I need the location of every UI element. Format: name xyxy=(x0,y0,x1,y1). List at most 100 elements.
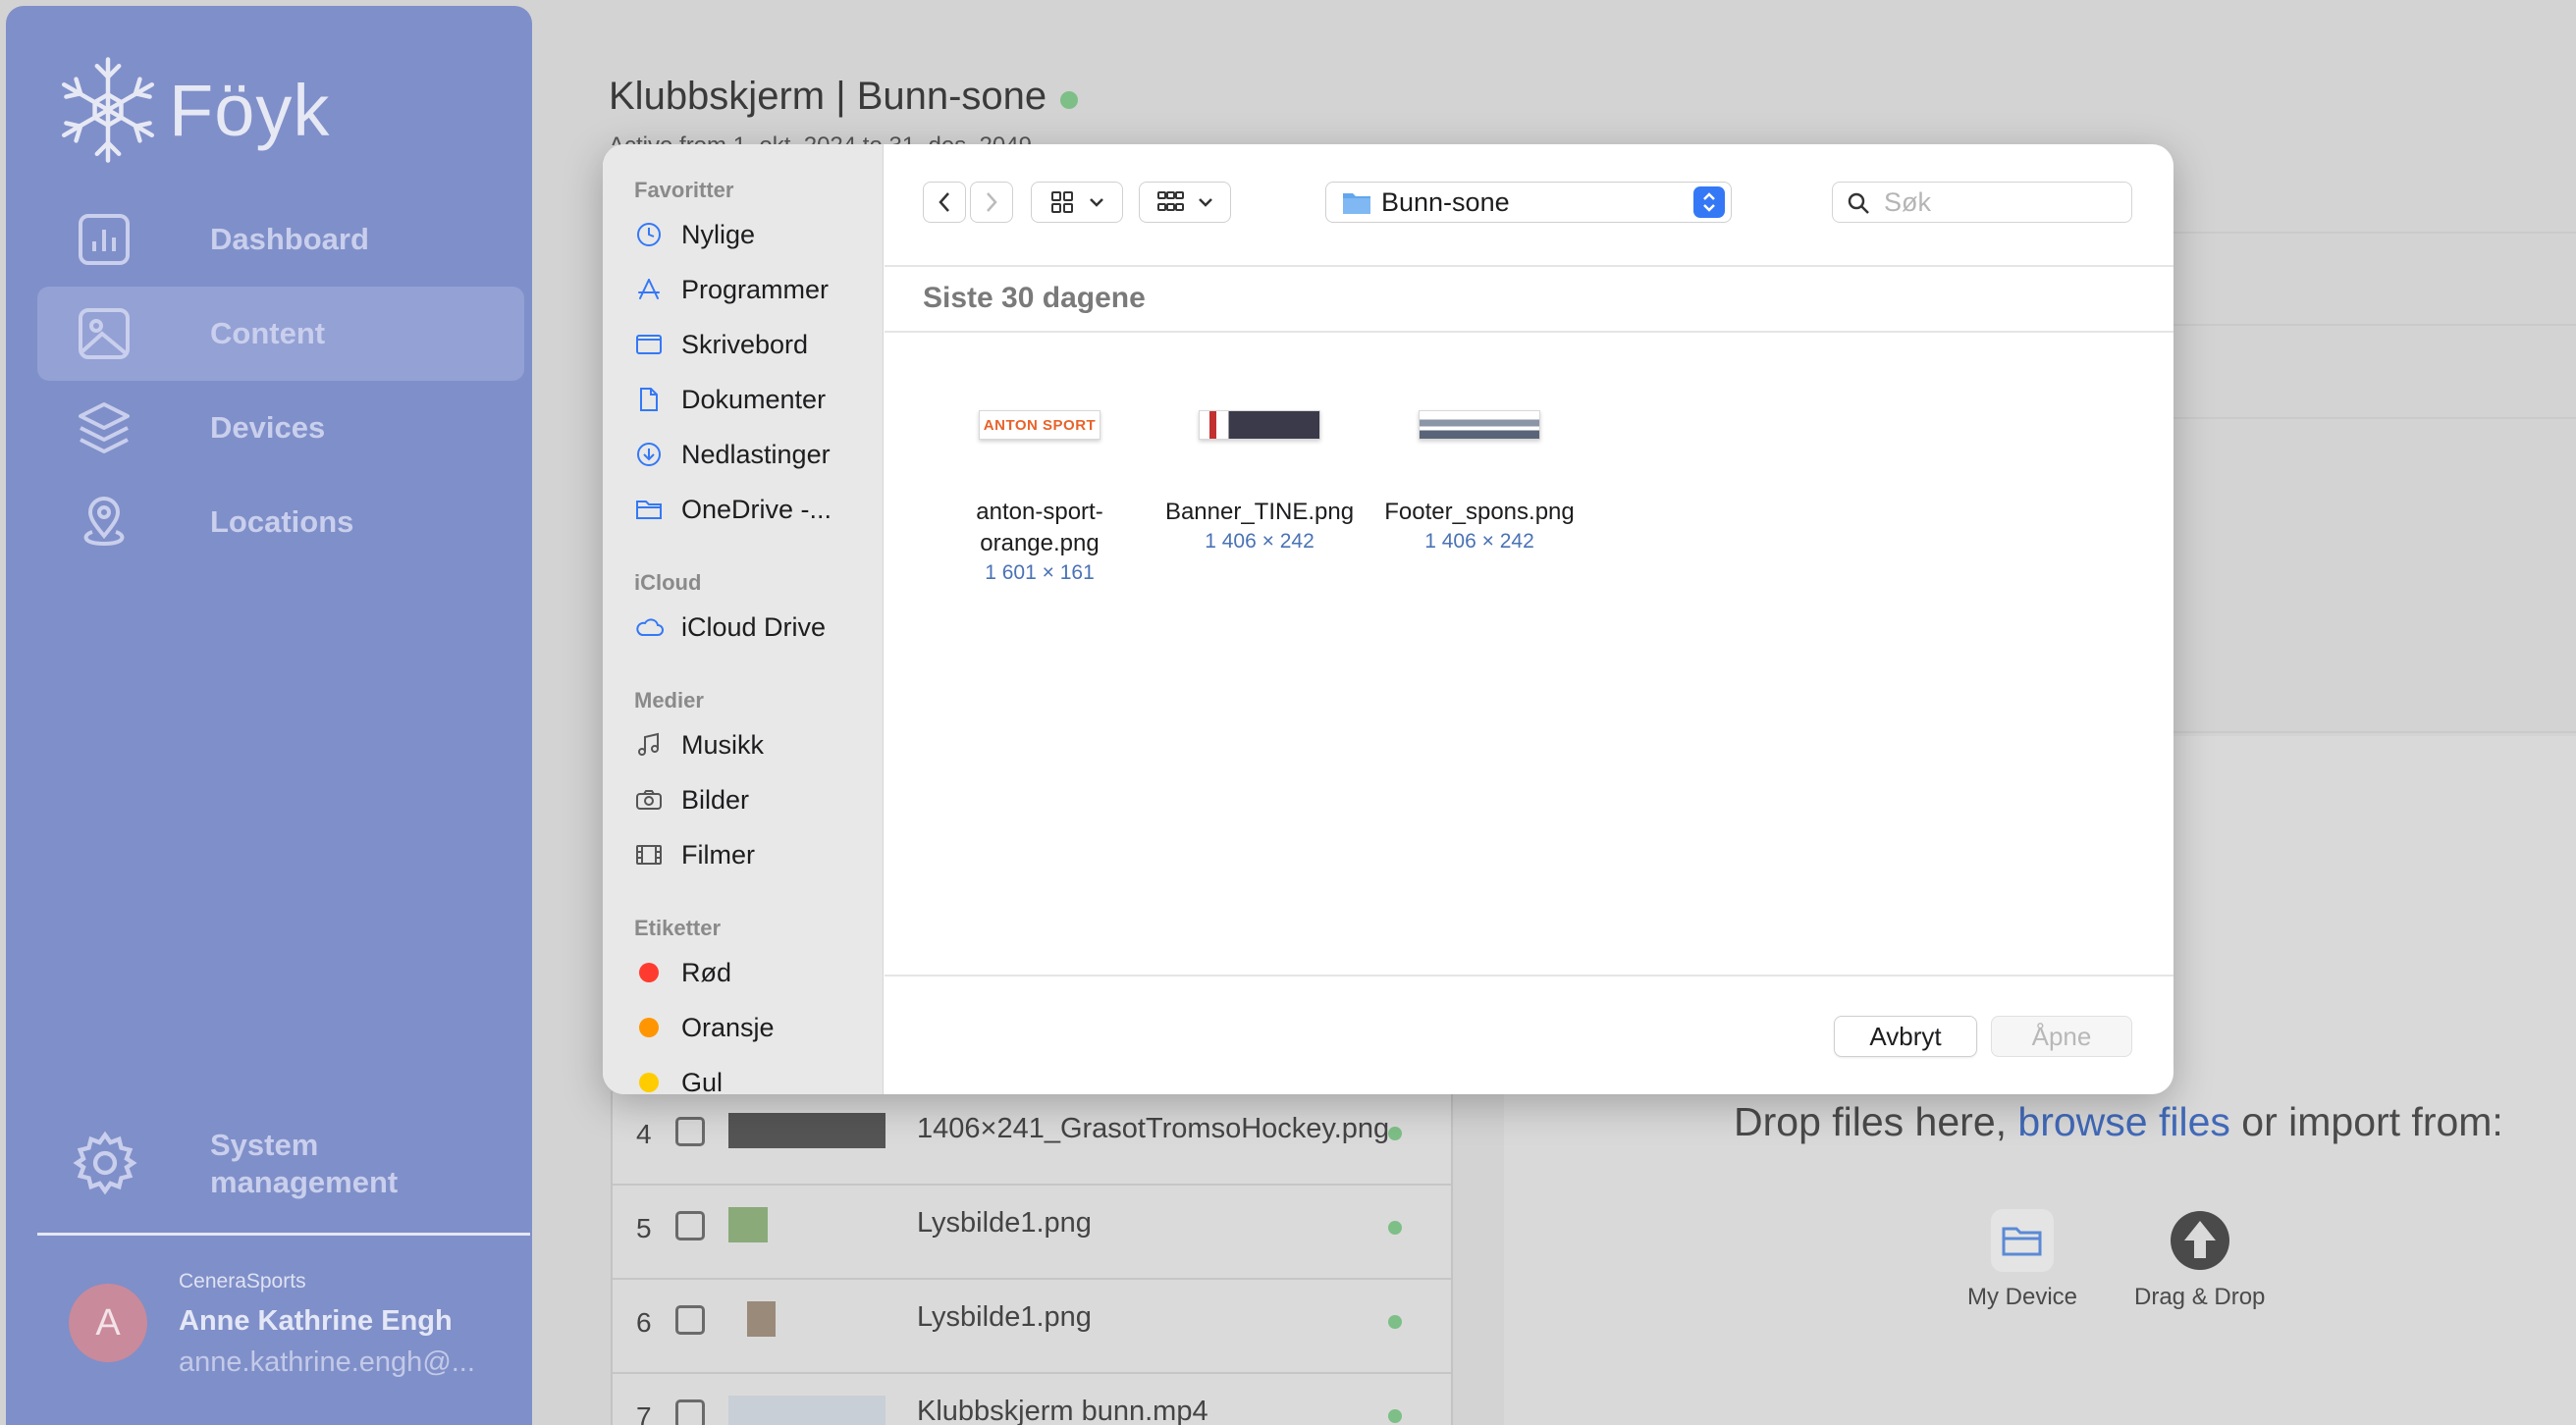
sidebar-item-downloads[interactable]: Nedlastinger xyxy=(634,435,831,474)
table-row[interactable]: 7 Klubbskjerm bunn.mp4 xyxy=(613,1374,1451,1425)
sidebar-item-icloud-drive[interactable]: iCloud Drive xyxy=(634,607,826,647)
sidebar-tag-yellow[interactable]: Gul xyxy=(634,1063,723,1094)
row-number: 7 xyxy=(636,1401,652,1425)
drop-zone-text: Drop files here, browse files or import … xyxy=(1734,1099,2503,1145)
file-item-banner-tine[interactable]: Banner_TINE.png 1 406 × 242 xyxy=(1156,410,1363,554)
sidebar-item-onedrive[interactable]: OneDrive -... xyxy=(634,490,832,529)
sidebar-item-label: Oransje xyxy=(681,1012,775,1042)
file-name: anton-sport-orange.png xyxy=(976,499,1103,556)
back-button[interactable] xyxy=(923,182,966,223)
import-drag-drop-button[interactable]: Drag & Drop xyxy=(2134,1209,2265,1311)
chevron-right-icon xyxy=(987,192,997,212)
tag-color-icon xyxy=(634,958,664,987)
nav-item-system-management[interactable]: System management xyxy=(37,1111,524,1219)
row-thumbnail xyxy=(728,1301,886,1337)
sidebar-item-applications[interactable]: Programmer xyxy=(634,270,829,309)
open-button[interactable]: Åpne xyxy=(1991,1016,2132,1057)
sidebar-tag-orange[interactable]: Oransje xyxy=(634,1008,775,1047)
row-filename: Lysbilde1.png xyxy=(917,1207,1092,1239)
desktop-icon xyxy=(634,330,664,359)
row-checkbox[interactable] xyxy=(675,1305,705,1335)
forward-button[interactable] xyxy=(970,182,1013,223)
sidebar-item-music[interactable]: Musikk xyxy=(634,725,764,765)
group-divider xyxy=(885,331,2174,333)
sidebar-item-movies[interactable]: Filmer xyxy=(634,835,755,874)
sidebar-tag-red[interactable]: Rød xyxy=(634,953,731,992)
row-thumbnail xyxy=(728,1113,886,1148)
section-title-favorites: Favoritter xyxy=(634,178,734,202)
bg-divider xyxy=(2174,731,2576,733)
dialog-sidebar: Favoritter Nylige Programmer Skrivebord … xyxy=(603,144,884,1094)
nav-item-dashboard[interactable]: Dashboard xyxy=(37,192,524,287)
folder-icon xyxy=(634,495,664,524)
nav-label: Locations xyxy=(210,504,354,539)
row-checkbox[interactable] xyxy=(675,1117,705,1146)
group-by-button[interactable] xyxy=(1139,182,1231,223)
avatar[interactable]: A xyxy=(69,1284,147,1362)
toolbar-divider xyxy=(885,265,2174,267)
table-row[interactable]: 4 1406×241_GrasotTromsoHockey.png xyxy=(613,1091,1451,1186)
search-input[interactable] xyxy=(1884,186,2120,218)
page-subtitle: Active from 1. okt. 2024 to 31. des. 204… xyxy=(609,132,1032,145)
tag-color-icon xyxy=(634,1068,664,1094)
nav-label: System management xyxy=(210,1128,399,1199)
location-popup[interactable]: Bunn-sone xyxy=(1325,182,1732,223)
folder-icon xyxy=(1991,1209,2055,1272)
page-title-text: Klubbskjerm | Bunn-sone xyxy=(609,75,1047,118)
sidebar-item-photos[interactable]: Bilder xyxy=(634,780,749,819)
file-item-footer-spons[interactable]: Footer_spons.png 1 406 × 242 xyxy=(1376,410,1583,554)
nav-label: Dashboard xyxy=(210,222,369,256)
grid-view-icon xyxy=(1051,191,1073,213)
file-item-anton-sport[interactable]: ANTON SPORT anton-sport-orange.png 1 601… xyxy=(937,410,1143,585)
row-checkbox[interactable] xyxy=(675,1399,705,1425)
page-title: Klubbskjerm | Bunn-sone xyxy=(609,75,1079,119)
file-name: Banner_TINE.png xyxy=(1164,499,1355,525)
user-name: Anne Kathrine Engh xyxy=(179,1305,453,1337)
sidebar-item-desktop[interactable]: Skrivebord xyxy=(634,325,808,364)
status-dot xyxy=(1388,1409,1402,1423)
row-checkbox[interactable] xyxy=(675,1211,705,1240)
group-header: Siste 30 dagene xyxy=(923,282,1146,314)
file-dimensions: 1 601 × 161 xyxy=(985,561,1095,584)
group-icon xyxy=(1157,191,1184,211)
drop-text-start: Drop files here, xyxy=(1734,1099,2018,1144)
chevron-down-icon xyxy=(1090,198,1103,207)
cancel-button[interactable]: Avbryt xyxy=(1834,1016,1977,1057)
gear-icon xyxy=(73,1131,137,1195)
table-row[interactable]: 6 Lysbilde1.png xyxy=(613,1280,1451,1374)
view-mode-button[interactable] xyxy=(1031,182,1123,223)
row-thumbnail xyxy=(728,1207,886,1242)
document-icon xyxy=(634,385,664,414)
brand-logo[interactable]: Föyk xyxy=(53,53,330,167)
file-dimensions: 1 406 × 242 xyxy=(1205,530,1315,553)
sidebar-item-label: Musikk xyxy=(681,729,765,760)
chevron-down-icon xyxy=(1199,198,1212,207)
section-title-tags: Etiketter xyxy=(634,916,722,940)
user-email: anne.kathrine.engh@... xyxy=(179,1346,475,1378)
nav-item-content[interactable]: Content xyxy=(37,287,524,381)
sidebar-item-label: Rød xyxy=(681,957,732,987)
nav-item-devices[interactable]: Devices xyxy=(37,381,524,475)
film-icon xyxy=(634,840,664,870)
file-thumbnail xyxy=(1199,410,1320,440)
file-thumbnail: ANTON SPORT xyxy=(979,410,1100,440)
search-field[interactable] xyxy=(1832,182,2132,223)
status-dot xyxy=(1388,1127,1402,1140)
bg-divider xyxy=(2174,417,2576,419)
layers-icon xyxy=(79,402,130,453)
sidebar-item-recents[interactable]: Nylige xyxy=(634,215,755,254)
sidebar-item-label: Bilder xyxy=(681,784,750,815)
org-name: CeneraSports xyxy=(179,1270,306,1293)
nav-item-locations[interactable]: Locations xyxy=(37,475,524,569)
table-row[interactable]: 5 Lysbilde1.png xyxy=(613,1186,1451,1280)
upload-arrow-icon xyxy=(2169,1209,2231,1272)
section-title-icloud: iCloud xyxy=(634,570,702,595)
sidebar-item-label: Nylige xyxy=(681,219,756,249)
status-dot xyxy=(1060,90,1079,109)
sidebar-item-label: Nedlastinger xyxy=(681,439,831,469)
download-icon xyxy=(634,440,664,469)
sidebar-item-documents[interactable]: Dokumenter xyxy=(634,380,826,419)
browse-files-link[interactable]: browse files xyxy=(2017,1099,2229,1144)
import-my-device-button[interactable]: My Device xyxy=(1967,1209,2077,1311)
footer-divider xyxy=(885,975,2174,976)
